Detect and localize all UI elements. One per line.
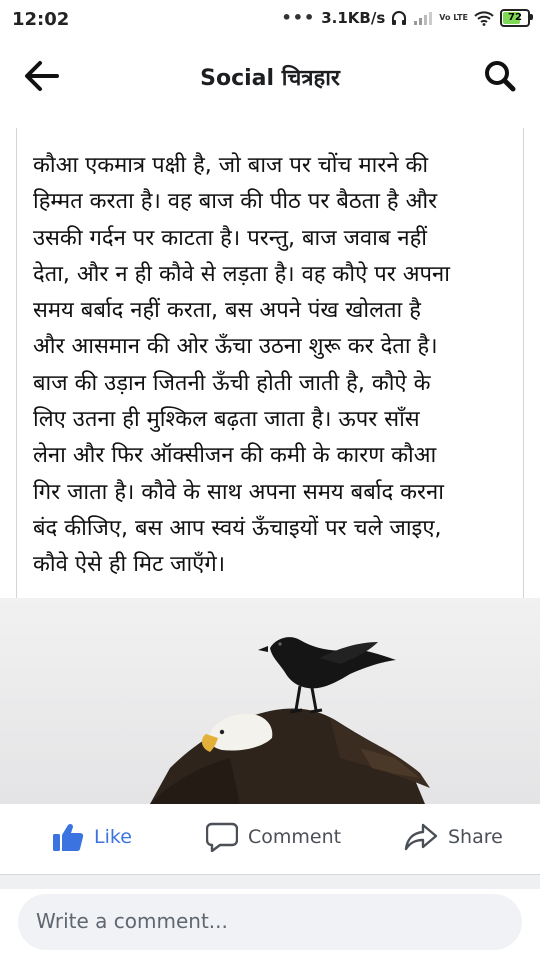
battery-level: 72: [508, 12, 522, 23]
section-divider: [0, 874, 540, 889]
post-text-line: लिए उतना ही मुश्किल बढ़ता जाता है। ऊपर स…: [33, 407, 420, 433]
like-button[interactable]: Like: [52, 822, 132, 852]
post-image[interactable]: [0, 598, 540, 804]
search-icon: [485, 61, 516, 92]
post-text-line: समय बर्बाद नहीं करता, बस अपने पंख खोलता …: [33, 298, 421, 324]
network-speed: 3.1KB/s: [321, 8, 386, 27]
like-label: Like: [94, 826, 132, 848]
page-title: Social चित्रहार: [200, 66, 340, 91]
post-text: कौआ एकमात्र पक्षी है, जो बाज पर चोंच मार…: [17, 128, 523, 584]
comment-input[interactable]: Write a comment...: [18, 894, 522, 950]
comment-button[interactable]: Comment: [206, 822, 341, 852]
wifi-icon: [474, 10, 494, 26]
comment-placeholder: Write a comment...: [36, 909, 228, 933]
thumbs-up-icon: [53, 823, 84, 851]
post-text-line: कौआ एकमात्र पक्षी है, जो बाज पर चोंच मार…: [33, 153, 429, 178]
action-bar: Like Comment Share: [0, 804, 540, 874]
share-label: Share: [448, 826, 503, 848]
crow-icon: [258, 637, 396, 714]
post-text-line: देता, और न ही कौवे से लड़ता है। वह कौऐ प…: [33, 261, 450, 287]
post-text-line: बाज की उड़ान जितनी ऊँची होती जाती है, कौ…: [33, 370, 431, 396]
status-time: 12:02: [12, 9, 70, 30]
share-button[interactable]: Share: [404, 822, 503, 852]
search-button[interactable]: [482, 58, 518, 94]
eagle-crow-illustration: [150, 637, 430, 804]
status-indicators: ••• 3.1KB/s Vo LTE 72: [281, 8, 533, 27]
post-text-line: हिम्मत करता है। वह बाज की पीठ पर बैठता ह…: [33, 189, 438, 215]
headphones-icon: [392, 10, 407, 25]
post-text-line: लेना और फिर ऑक्सीजन की कमी के कारण कौआ: [33, 443, 437, 469]
post-text-line: और आसमान की ओर ऊँचा उठना शुरू कर देता है…: [33, 334, 438, 360]
post-card: कौआ एकमात्र पक्षी है, जो बाज पर चोंच मार…: [16, 128, 524, 598]
more-notifications-icon: •••: [281, 8, 316, 27]
share-icon: [404, 823, 438, 851]
volte-icon: Vo LTE: [439, 12, 468, 22]
comment-label: Comment: [248, 826, 342, 848]
post-text-line: उसकी गर्दन पर काटता है। परन्तु, बाज जवाब…: [33, 225, 427, 251]
app-header: Social चित्रहार: [0, 40, 540, 112]
signal-icon: [414, 11, 433, 25]
eagle-icon: [150, 708, 430, 804]
status-bar: 12:02 ••• 3.1KB/s Vo LTE 72: [0, 0, 540, 40]
battery-icon: 72: [500, 8, 533, 27]
post-text-line: बंद कीजिए, बस आप स्वयं ऊँचाइयों पर चले ज…: [33, 515, 442, 541]
post-text-line: गिर जाता है। कौवे के साथ अपना समय बर्बाद…: [33, 479, 444, 505]
comment-icon: [206, 822, 238, 852]
post-text-line: कौवे ऐसे ही मिट जाएँगे।: [33, 552, 226, 578]
